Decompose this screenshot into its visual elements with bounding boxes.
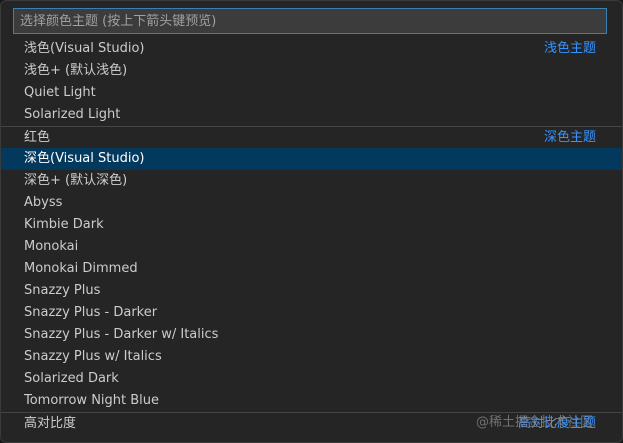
theme-item-dark-plus[interactable]: 深色+ (默认深色) <box>1 170 622 192</box>
theme-label: Solarized Dark <box>24 371 119 386</box>
group-label-dark: 深色主题 <box>543 130 596 145</box>
theme-label: 深色+ (默认深色) <box>24 173 128 188</box>
theme-label: Abyss <box>24 195 63 210</box>
theme-label: 红色 <box>24 130 51 145</box>
theme-label: Snazzy Plus - Darker <box>24 305 158 320</box>
theme-label: Tomorrow Night Blue <box>24 393 160 408</box>
theme-label: Snazzy Plus <box>24 283 101 298</box>
theme-label: Monokai Dimmed <box>24 261 138 276</box>
theme-label: Snazzy Plus w/ Italics <box>24 349 162 364</box>
search-field[interactable] <box>13 8 607 34</box>
theme-item-snazzy-plus-italics[interactable]: Snazzy Plus w/ Italics <box>1 346 622 368</box>
theme-item-monokai-dimmed[interactable]: Monokai Dimmed <box>1 258 622 280</box>
theme-item-snazzy-plus-darker[interactable]: Snazzy Plus - Darker <box>1 302 622 324</box>
theme-label: Monokai <box>24 239 79 254</box>
theme-item-quiet-light[interactable]: Quiet Light <box>1 82 622 104</box>
theme-label: Solarized Light <box>24 107 121 122</box>
search-input[interactable] <box>14 9 606 33</box>
theme-item-abyss[interactable]: Abyss <box>1 192 622 214</box>
theme-item-light-plus[interactable]: 浅色+ (默认浅色) <box>1 60 622 82</box>
theme-item-solarized-dark[interactable]: Solarized Dark <box>1 368 622 390</box>
group-label-light: 浅色主题 <box>543 41 596 56</box>
theme-label: Quiet Light <box>24 85 96 100</box>
theme-item-light-vs[interactable]: 浅色(Visual Studio) 浅色主题 <box>1 38 622 60</box>
theme-label: 深色(Visual Studio) <box>24 151 145 166</box>
theme-label: 浅色+ (默认浅色) <box>24 63 128 78</box>
theme-list: 浅色(Visual Studio) 浅色主题 浅色+ (默认浅色) Quiet … <box>1 38 622 434</box>
theme-item-tomorrow-night-blue[interactable]: Tomorrow Night Blue <box>1 390 622 412</box>
theme-item-snazzy-plus-darker-italics[interactable]: Snazzy Plus - Darker w/ Italics <box>1 324 622 346</box>
theme-item-dark-vs[interactable]: 深色(Visual Studio) <box>1 148 622 170</box>
color-theme-quick-pick: 浅色(Visual Studio) 浅色主题 浅色+ (默认浅色) Quiet … <box>0 0 623 443</box>
theme-item-monokai[interactable]: Monokai <box>1 236 622 258</box>
theme-label: Snazzy Plus - Darker w/ Italics <box>24 327 219 342</box>
watermark: @稀土掘金技术社区 <box>476 415 594 430</box>
theme-item-kimbie-dark[interactable]: Kimbie Dark <box>1 214 622 236</box>
theme-item-red[interactable]: 红色 深色主题 <box>1 126 622 148</box>
theme-item-snazzy-plus[interactable]: Snazzy Plus <box>1 280 622 302</box>
theme-item-solarized-light[interactable]: Solarized Light <box>1 104 622 126</box>
theme-label: Kimbie Dark <box>24 217 104 232</box>
theme-label: 高对比度 <box>24 416 77 431</box>
theme-label: 浅色(Visual Studio) <box>24 41 145 56</box>
